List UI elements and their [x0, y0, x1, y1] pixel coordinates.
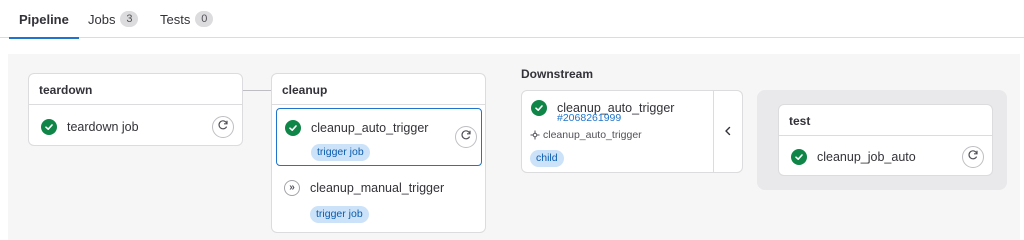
- jobs-count-badge: 3: [120, 11, 139, 27]
- status-success-icon: [531, 100, 547, 116]
- job-name: teardown job: [67, 120, 139, 134]
- tab-tests-label: Tests: [160, 11, 191, 27]
- trigger-source-icon: [530, 130, 540, 140]
- downstream-pipeline-card[interactable]: cleanup_auto_trigger #2068261999 cleanup…: [521, 90, 714, 173]
- tab-tests[interactable]: Tests 0: [160, 0, 214, 38]
- job-cleanup-job-auto[interactable]: cleanup_job_auto: [791, 149, 916, 165]
- tab-jobs[interactable]: Jobs 3: [88, 0, 139, 38]
- stage-connector: [243, 90, 271, 91]
- job-name: cleanup_auto_trigger: [311, 121, 429, 135]
- stage-divider: [779, 135, 992, 136]
- stage-title: cleanup: [282, 83, 328, 97]
- stage-cleanup: cleanup cleanup_auto_trigger trigger job…: [271, 73, 486, 233]
- job-name: cleanup_manual_trigger: [310, 181, 445, 195]
- status-manual-icon: »: [284, 180, 300, 196]
- stage-teardown: teardown teardown job: [28, 73, 243, 146]
- job-row: » cleanup_manual_trigger: [284, 180, 444, 196]
- status-success-icon: [285, 120, 301, 136]
- status-success-icon: [791, 149, 807, 165]
- stage-divider: [29, 104, 242, 105]
- pipeline-tabs: Pipeline Jobs 3 Tests 0: [0, 0, 1024, 39]
- tab-pipeline-label: Pipeline: [19, 11, 69, 27]
- stage-divider: [272, 104, 485, 105]
- retry-button[interactable]: [455, 126, 477, 148]
- retry-button[interactable]: [962, 146, 984, 168]
- tab-pipeline[interactable]: Pipeline: [9, 0, 79, 39]
- job-teardown-job[interactable]: teardown job: [41, 119, 139, 135]
- retry-icon: [460, 128, 472, 146]
- retry-icon: [967, 148, 979, 166]
- job-name: cleanup_job_auto: [817, 150, 916, 164]
- trigger-job-badge: trigger job: [310, 206, 369, 223]
- job-cleanup-auto-trigger[interactable]: cleanup_auto_trigger trigger job: [276, 108, 482, 166]
- retry-button[interactable]: [212, 116, 234, 138]
- job-cleanup-manual-trigger[interactable]: » cleanup_manual_trigger trigger job: [276, 172, 482, 228]
- downstream-label: Downstream: [521, 67, 594, 81]
- downstream-pipeline-id-link[interactable]: #2068261999: [557, 112, 621, 124]
- trigger-job-badge: trigger job: [311, 144, 370, 161]
- retry-icon: [217, 118, 229, 136]
- tests-count-badge: 0: [195, 11, 214, 27]
- stage-title: teardown: [39, 83, 93, 97]
- collapse-downstream-button[interactable]: [714, 90, 743, 173]
- status-success-icon: [41, 119, 57, 135]
- child-badge: child: [530, 150, 564, 167]
- chevron-left-icon: [723, 123, 733, 141]
- stage-test: test cleanup_job_auto: [778, 104, 993, 176]
- tab-jobs-label: Jobs: [88, 11, 116, 27]
- job-row: cleanup_auto_trigger: [285, 120, 428, 136]
- downstream-source-job-name: cleanup_auto_trigger: [543, 129, 642, 141]
- downstream-source-job: cleanup_auto_trigger: [530, 129, 642, 141]
- stage-title: test: [789, 114, 811, 128]
